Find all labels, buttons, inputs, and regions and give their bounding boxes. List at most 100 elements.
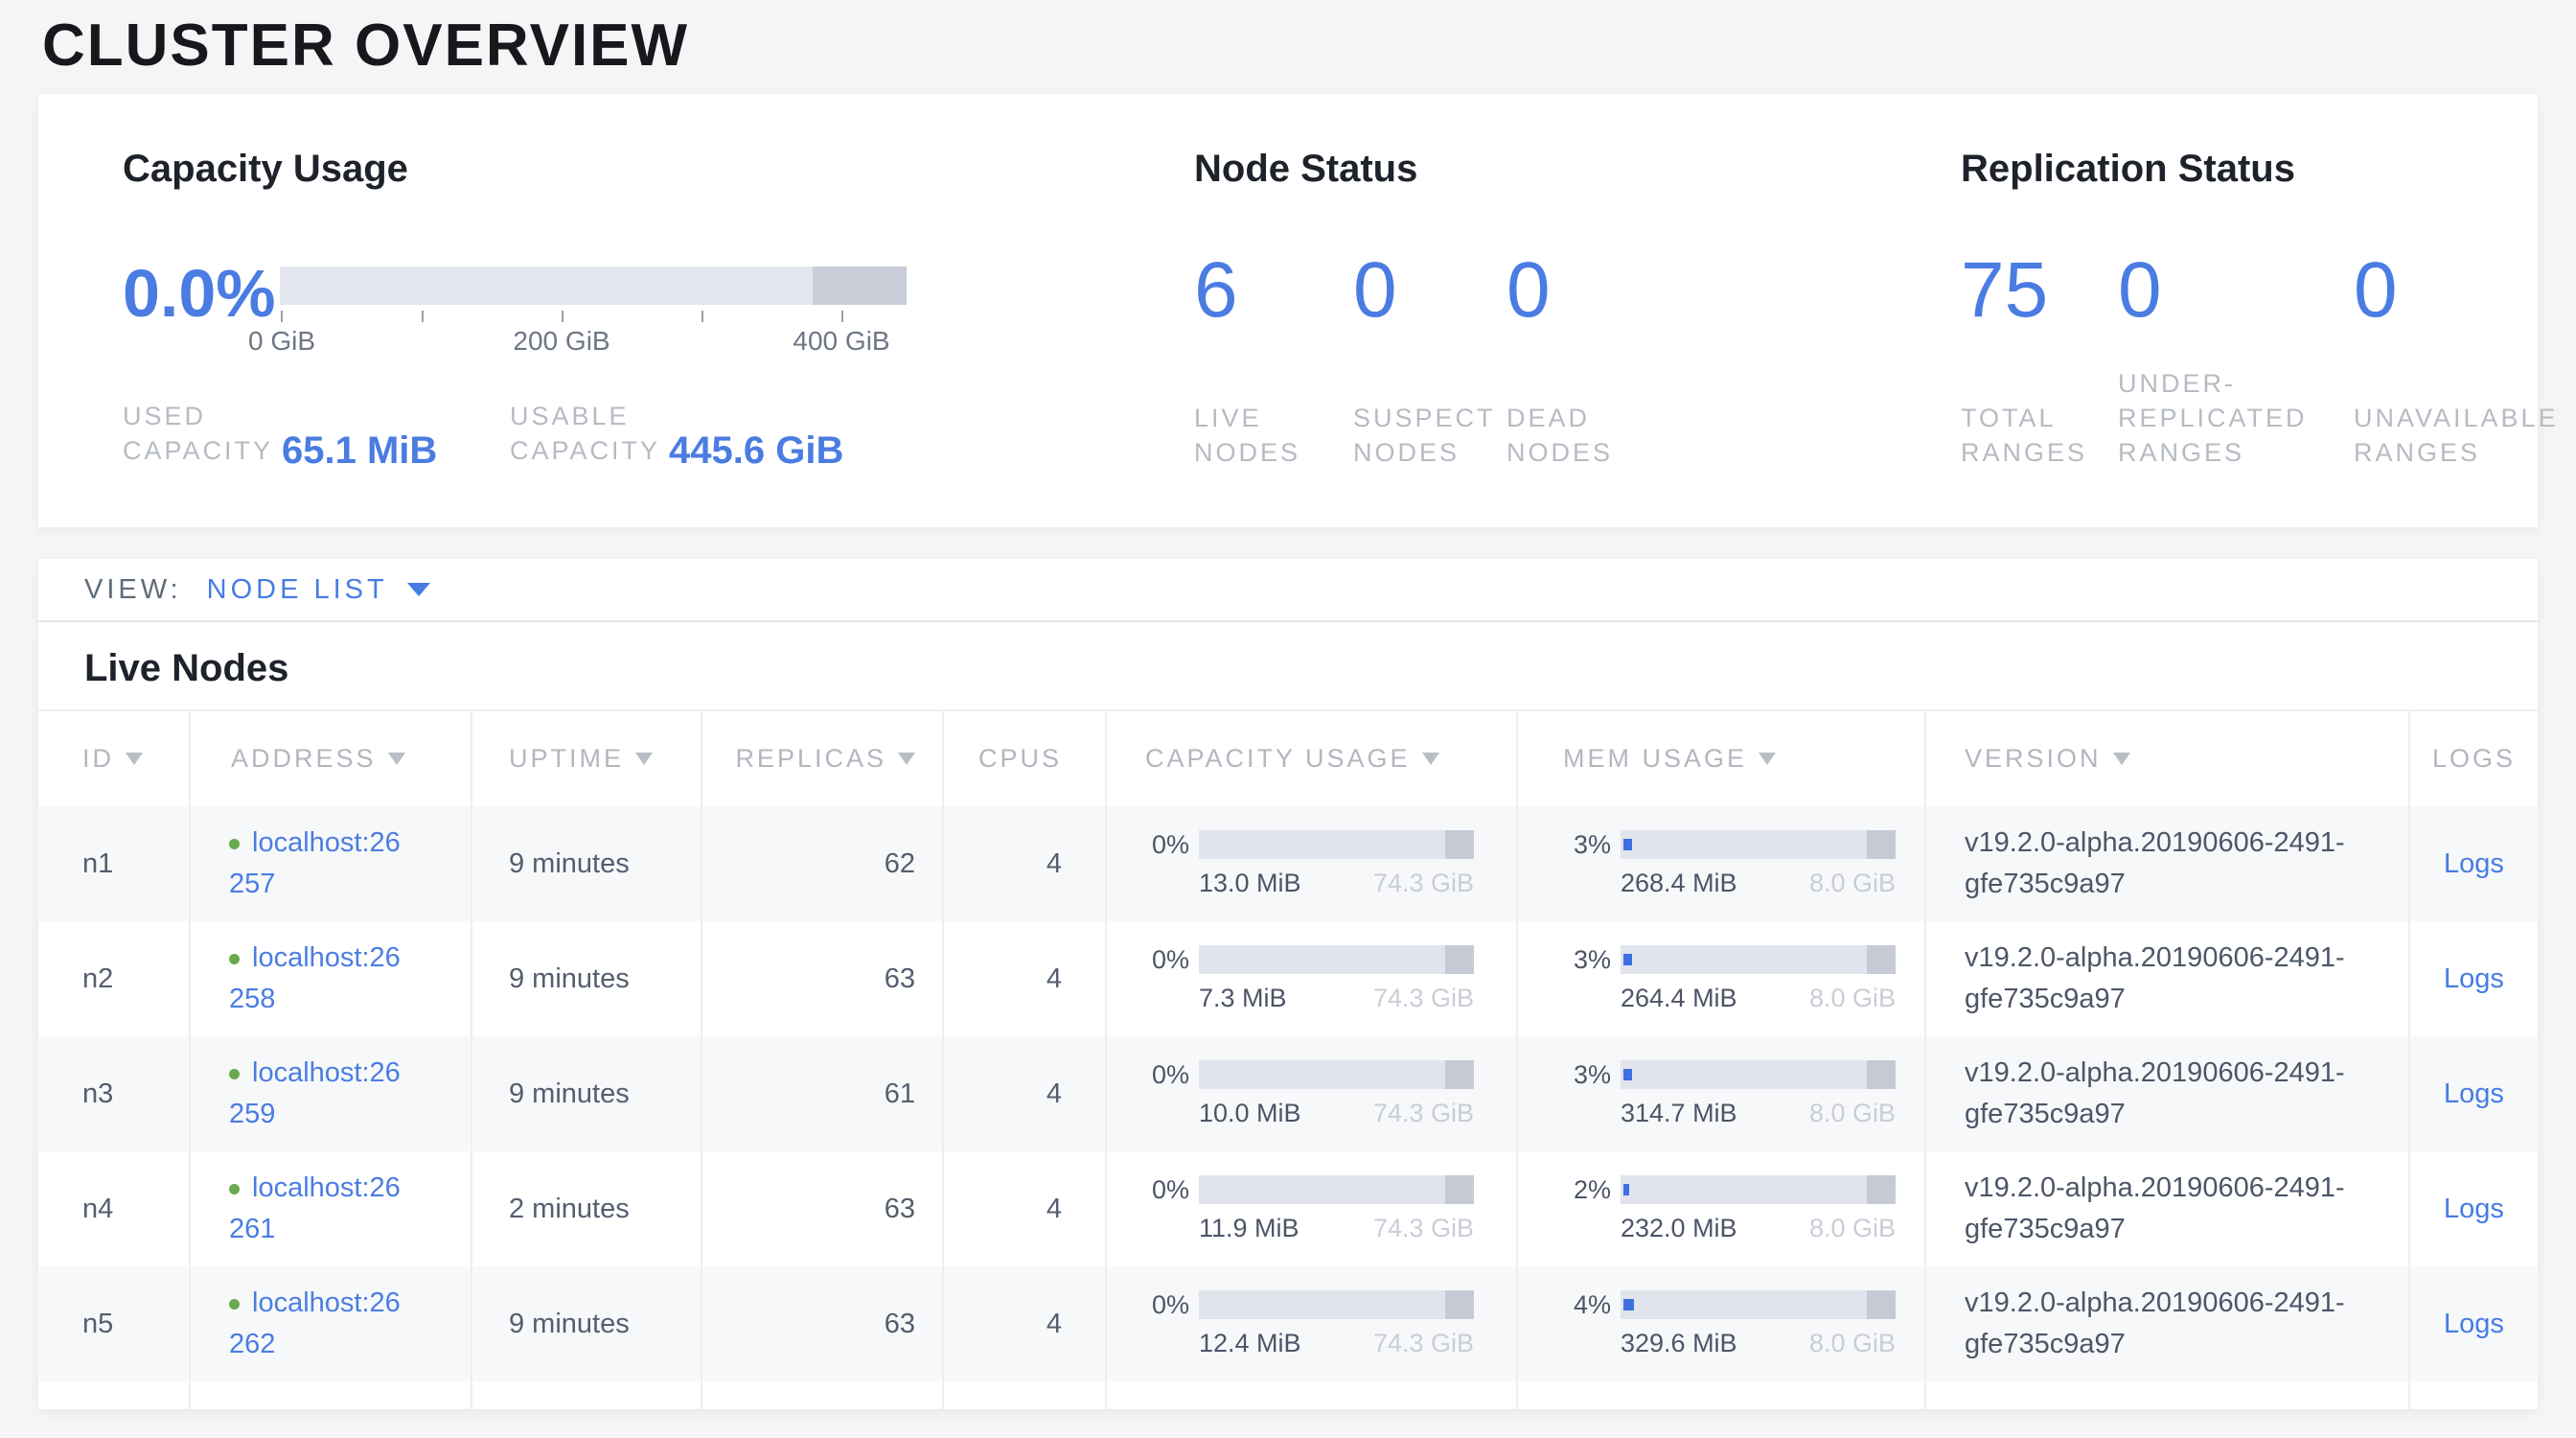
node-address-link[interactable]: localhost:26259 (229, 1057, 401, 1129)
chevron-down-icon[interactable] (407, 583, 430, 596)
suspect-nodes-label: SUSPECT NODES (1353, 401, 1506, 470)
node-cpus-cell: 4 (943, 1266, 1106, 1381)
node-id-cell: n1 (38, 806, 190, 921)
column-header-uptime[interactable]: UPTIME (472, 710, 702, 806)
mem-usage-bar (1621, 1290, 1896, 1319)
capacity-usage-bar (1199, 1175, 1474, 1204)
used-capacity-stat: USED CAPACITY 65.1 MiB (123, 399, 437, 468)
node-live-status-icon (229, 954, 240, 964)
node-uptime-cell: 9 minutes (472, 806, 702, 921)
live-nodes-label: LIVE NODES (1194, 401, 1338, 470)
node-mem-cell: 4% 329.6 MiB 8.0 GiB (1517, 1266, 1925, 1381)
node-mem-cell: 3% 264.4 MiB 8.0 GiB (1517, 921, 1925, 1036)
node-version-cell: v19.2.0-alpha.20190606-2491-gfe735c9a97 (1925, 921, 2409, 1036)
node-live-status-icon (229, 1184, 240, 1194)
live-nodes-count: 6 (1194, 245, 1238, 336)
node-cpus-cell: 4 (943, 806, 1106, 921)
total-ranges-label: TOTAL RANGES (1961, 401, 2104, 470)
mem-usage-bar (1621, 830, 1896, 859)
node-address-link[interactable]: localhost:26258 (229, 942, 401, 1014)
logs-link[interactable]: Logs (2444, 1194, 2504, 1224)
node-capacity-cell: 0% 12.4 MiB 74.3 GiB (1106, 1266, 1517, 1381)
tick-label-200: 200 GiB (513, 326, 610, 357)
logs-link[interactable]: Logs (2444, 963, 2504, 994)
column-header-version[interactable]: VERSION (1925, 710, 2409, 806)
node-address-cell: localhost:26259 (190, 1036, 472, 1151)
capacity-bar-reserved-segment (813, 267, 907, 305)
sort-desc-icon[interactable] (898, 753, 915, 765)
capacity-axis-ticks (280, 311, 907, 322)
node-id-cell: n5 (38, 1266, 190, 1381)
capacity-usage-bar (1199, 830, 1474, 859)
logs-link[interactable]: Logs (2444, 1078, 2504, 1109)
node-address-link[interactable]: localhost:26257 (229, 827, 401, 899)
page-title: CLUSTER OVERVIEW (42, 12, 689, 80)
node-address-cell: localhost:26262 (190, 1266, 472, 1381)
node-replicas-cell: 63 (702, 921, 943, 1036)
mem-usage-bar (1621, 1060, 1896, 1089)
node-logs-cell: Logs (2409, 921, 2538, 1036)
node-cpus-cell: 4 (943, 921, 1106, 1036)
column-header-replicas[interactable]: REPLICAS (702, 710, 943, 806)
usable-capacity-value: 445.6 GiB (669, 433, 843, 468)
table-row: n2 localhost:26258 9 minutes 63 4 0% 7.3… (38, 921, 2538, 1036)
node-logs-cell: Logs (2409, 1036, 2538, 1151)
column-header-mem-usage[interactable]: MEM USAGE (1517, 710, 1925, 806)
column-header-id[interactable]: ID (38, 710, 190, 806)
node-live-status-icon (229, 839, 240, 849)
capacity-percent: 0.0% (123, 255, 276, 332)
node-replicas-cell: 61 (702, 1036, 943, 1151)
node-status-title: Node Status (1194, 148, 1417, 191)
column-header-capacity-usage[interactable]: CAPACITY USAGE (1106, 710, 1517, 806)
table-row: n1 localhost:26257 9 minutes 62 4 0% 13.… (38, 806, 2538, 921)
logs-link[interactable]: Logs (2444, 848, 2504, 879)
sort-desc-icon[interactable] (635, 753, 653, 765)
dead-nodes-count: 0 (1506, 245, 1551, 336)
node-address-link[interactable]: localhost:26262 (229, 1287, 401, 1359)
sort-desc-icon[interactable] (1759, 753, 1776, 765)
node-capacity-cell: 0% 7.3 MiB 74.3 GiB (1106, 921, 1517, 1036)
table-header-row: ID ADDRESS UPTIME REPLICAS CPUS CAPACITY… (38, 710, 2538, 806)
table-row-partial (38, 1381, 2538, 1409)
tick-label-0: 0 GiB (248, 326, 315, 357)
sort-desc-icon[interactable] (388, 753, 405, 765)
dead-nodes-label: DEAD NODES (1506, 401, 1650, 470)
under-replicated-count: 0 (2118, 245, 2162, 336)
suspect-nodes-count: 0 (1353, 245, 1397, 336)
node-id-cell: n4 (38, 1151, 190, 1266)
sort-desc-icon[interactable] (126, 753, 143, 765)
column-header-address[interactable]: ADDRESS (190, 710, 472, 806)
used-capacity-value: 65.1 MiB (282, 433, 437, 468)
node-capacity-cell: 0% 13.0 MiB 74.3 GiB (1106, 806, 1517, 921)
node-address-cell: localhost:26261 (190, 1151, 472, 1266)
sort-desc-icon[interactable] (2113, 753, 2130, 765)
node-logs-cell: Logs (2409, 1151, 2538, 1266)
node-mem-cell: 3% 314.7 MiB 8.0 GiB (1517, 1036, 1925, 1151)
used-capacity-label: USED CAPACITY (123, 399, 276, 468)
node-replicas-cell: 63 (702, 1151, 943, 1266)
column-header-cpus: CPUS (943, 710, 1106, 806)
node-live-status-icon (229, 1299, 240, 1310)
table-row: n3 localhost:26259 9 minutes 61 4 0% 10.… (38, 1036, 2538, 1151)
node-id-cell: n2 (38, 921, 190, 1036)
node-version-cell: v19.2.0-alpha.20190606-2491-gfe735c9a97 (1925, 806, 2409, 921)
live-nodes-panel: Live Nodes ID ADDRESS UPTIME REPLICAS CP… (38, 622, 2538, 1409)
view-selector[interactable]: NODE LIST (207, 574, 388, 606)
node-version-cell: v19.2.0-alpha.20190606-2491-gfe735c9a97 (1925, 1266, 2409, 1381)
node-version-cell: v19.2.0-alpha.20190606-2491-gfe735c9a97 (1925, 1036, 2409, 1151)
node-mem-cell: 3% 268.4 MiB 8.0 GiB (1517, 806, 1925, 921)
node-address-cell: localhost:26258 (190, 921, 472, 1036)
capacity-bar (280, 267, 907, 305)
node-cpus-cell: 4 (943, 1036, 1106, 1151)
logs-link[interactable]: Logs (2444, 1309, 2504, 1339)
node-status-section: Node Status 6 0 0 LIVE NODES SUSPECT NOD… (1194, 94, 1932, 527)
summary-panel: Capacity Usage 0.0% 0 GiB 200 GiB 400 Gi… (38, 94, 2538, 527)
capacity-axis-labels: 0 GiB 200 GiB 400 GiB (280, 326, 907, 359)
node-logs-cell: Logs (2409, 1266, 2538, 1381)
sort-desc-icon[interactable] (1422, 753, 1439, 765)
capacity-usage-bar (1199, 945, 1474, 974)
node-address-link[interactable]: localhost:26261 (229, 1172, 401, 1244)
total-ranges-count: 75 (1961, 245, 2048, 336)
capacity-usage-title: Capacity Usage (123, 148, 408, 191)
capacity-usage-bar (1199, 1060, 1474, 1089)
